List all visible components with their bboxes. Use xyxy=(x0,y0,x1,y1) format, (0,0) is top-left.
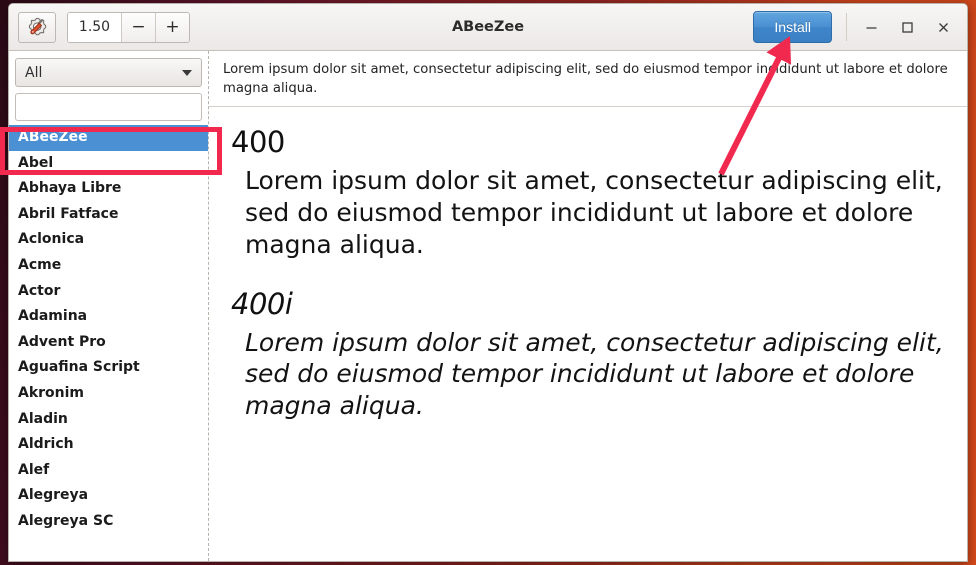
titlebar-divider xyxy=(846,13,847,41)
font-list-item[interactable]: Aladin xyxy=(9,407,208,433)
font-list-item[interactable]: Abril Fatface xyxy=(9,202,208,228)
category-filter-value: All xyxy=(25,64,43,81)
close-button[interactable] xyxy=(925,9,961,45)
zoom-value-input[interactable] xyxy=(68,12,121,42)
font-preview-panel: Lorem ipsum dolor sit amet, consectetur … xyxy=(209,51,967,561)
preview-styles-list: 400 Lorem ipsum dolor sit amet, consectet… xyxy=(209,107,967,561)
font-list-item[interactable]: Alegreya xyxy=(9,483,208,509)
font-list-item[interactable]: Acme xyxy=(9,253,208,279)
font-list-item[interactable]: Alegreya SC xyxy=(9,509,208,535)
style-weight-label: 400 xyxy=(231,125,285,160)
zoom-decrease-button[interactable]: − xyxy=(121,12,155,42)
minimize-button[interactable] xyxy=(853,9,889,45)
font-list-item[interactable]: Abhaya Libre xyxy=(9,176,208,202)
minimize-icon xyxy=(866,26,876,29)
font-list-item[interactable]: Akronim xyxy=(9,381,208,407)
app-window: − + ABeeZee Install xyxy=(8,3,968,562)
zoom-increase-button[interactable]: + xyxy=(155,12,189,42)
search-box[interactable] xyxy=(15,93,202,121)
wrench-gear-icon xyxy=(28,17,47,36)
font-list-item[interactable]: Aclonica xyxy=(9,227,208,253)
install-button[interactable]: Install xyxy=(753,11,832,43)
font-list-item[interactable]: Aguafina Script xyxy=(9,355,208,381)
font-list[interactable]: ABeeZee Abel Abhaya Libre Abril Fatface Aclo… xyxy=(9,125,208,561)
font-list-item[interactable]: Actor xyxy=(9,279,208,305)
category-filter-dropdown[interactable]: All xyxy=(15,58,202,87)
font-list-item-selected[interactable]: ABeeZee xyxy=(9,125,208,151)
style-weight-label: 400i xyxy=(231,286,293,321)
font-list-item[interactable]: Advent Pro xyxy=(9,330,208,356)
font-list-item[interactable]: Adamina xyxy=(9,304,208,330)
preferences-button[interactable] xyxy=(18,11,56,43)
style-sample-text: Lorem ipsum dolor sit amet, consectetur … xyxy=(245,166,943,259)
style-sample-text: Lorem ipsum dolor sit amet, consectetur … xyxy=(245,327,944,421)
titlebar-right-group: Install xyxy=(753,4,961,50)
zoom-spinner[interactable]: − + xyxy=(67,11,190,43)
maximize-icon xyxy=(901,21,913,33)
content-area: All ABeeZee Abel Abhaya Libre Abril Fatface… xyxy=(9,51,967,561)
sidebar: All ABeeZee Abel Abhaya Libre Abril Fatface… xyxy=(9,51,209,561)
maximize-button[interactable] xyxy=(889,9,925,45)
titlebar: − + ABeeZee Install xyxy=(9,4,967,51)
chevron-down-icon xyxy=(182,69,192,76)
font-list-item[interactable]: Alef xyxy=(9,458,208,484)
font-list-item[interactable]: Aldrich xyxy=(9,432,208,458)
preview-header-text: Lorem ipsum dolor sit amet, consectetur … xyxy=(209,51,967,108)
search-input[interactable] xyxy=(29,99,199,115)
close-icon xyxy=(938,22,948,32)
font-list-item[interactable]: Abel xyxy=(9,151,208,177)
